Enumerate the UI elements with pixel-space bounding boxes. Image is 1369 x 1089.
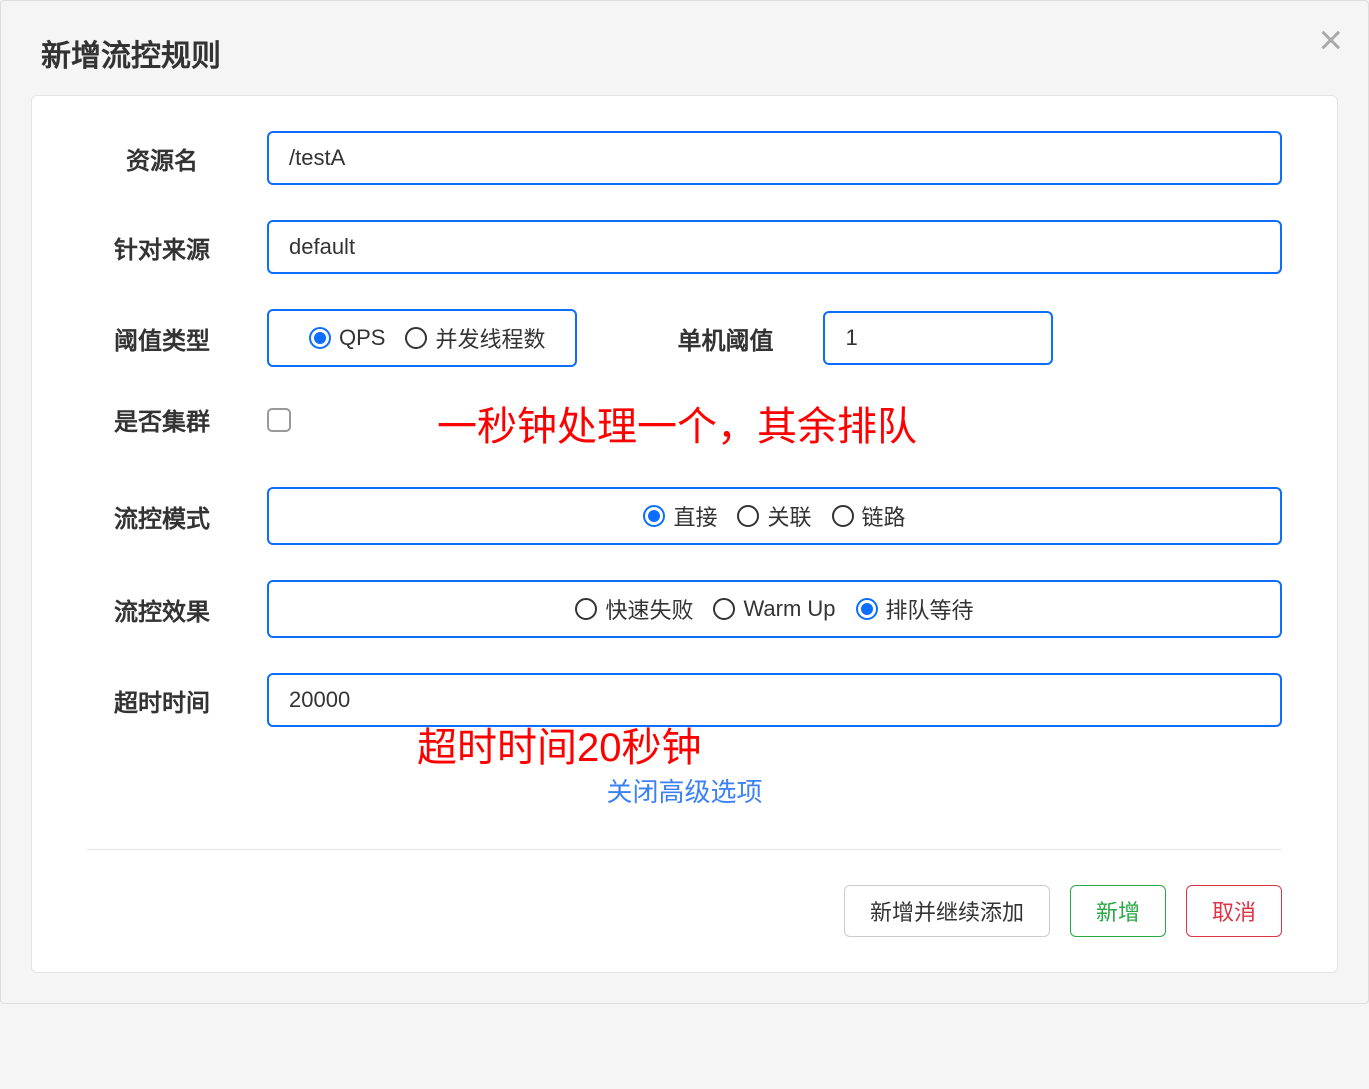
radio-warm-up-label: Warm Up: [743, 596, 835, 622]
modal-body: 资源名 针对来源 阈值类型 QPS 并发线: [31, 95, 1338, 973]
form-row-threshold-type: 阈值类型 QPS 并发线程数 单机阈值: [87, 309, 1282, 367]
radio-icon: [856, 598, 878, 620]
radio-icon: [575, 598, 597, 620]
modal-dialog: 新增流控规则 × 资源名 针对来源 阈值类型 QPS: [0, 0, 1369, 1004]
flow-effect-label: 流控效果: [87, 592, 237, 627]
flow-effect-group: 快速失败 Warm Up 排队等待: [267, 580, 1282, 638]
radio-thread[interactable]: 并发线程数: [405, 322, 545, 354]
radio-qps-label: QPS: [339, 325, 385, 351]
modal-title: 新增流控规则: [41, 31, 1328, 75]
radio-queue[interactable]: 排队等待: [856, 593, 974, 625]
form-row-flow-mode: 流控模式 直接 关联 链路: [87, 487, 1282, 545]
close-icon[interactable]: ×: [1318, 19, 1343, 61]
radio-chain-label: 链路: [862, 500, 906, 532]
annotation-1: 一秒钟处理一个，其余排队: [437, 394, 917, 452]
radio-warm-up[interactable]: Warm Up: [713, 596, 835, 622]
radio-relation[interactable]: 关联: [737, 500, 811, 532]
form-row-resource: 资源名: [87, 131, 1282, 185]
form-row-source: 针对来源: [87, 220, 1282, 274]
flow-mode-group: 直接 关联 链路: [267, 487, 1282, 545]
add-button[interactable]: 新增: [1070, 885, 1166, 937]
timeout-input[interactable]: [267, 673, 1282, 727]
cluster-label: 是否集群: [87, 402, 237, 437]
timeout-label: 超时时间: [87, 683, 237, 718]
radio-icon: [832, 505, 854, 527]
single-threshold-label: 单机阈值: [677, 321, 773, 356]
cluster-checkbox[interactable]: [267, 408, 291, 432]
radio-fast-fail[interactable]: 快速失败: [575, 593, 693, 625]
radio-icon: [643, 505, 665, 527]
cancel-button[interactable]: 取消: [1186, 885, 1282, 937]
modal-header: 新增流控规则 ×: [1, 1, 1368, 95]
resource-input[interactable]: [267, 131, 1282, 185]
radio-icon: [737, 505, 759, 527]
radio-direct[interactable]: 直接: [643, 500, 717, 532]
radio-icon: [309, 327, 331, 349]
radio-chain[interactable]: 链路: [832, 500, 906, 532]
add-continue-button[interactable]: 新增并继续添加: [844, 885, 1050, 937]
radio-direct-label: 直接: [673, 500, 717, 532]
close-advanced-link[interactable]: 关闭高级选项: [87, 772, 1282, 809]
threshold-type-group: QPS 并发线程数: [267, 309, 577, 367]
flow-mode-label: 流控模式: [87, 499, 237, 534]
single-threshold-input[interactable]: [823, 311, 1053, 365]
radio-icon: [405, 327, 427, 349]
source-input[interactable]: [267, 220, 1282, 274]
radio-relation-label: 关联: [767, 500, 811, 532]
form-row-timeout: 超时时间 超时时间20秒钟: [87, 673, 1282, 727]
radio-fast-fail-label: 快速失败: [605, 593, 693, 625]
threshold-type-label: 阈值类型: [87, 321, 237, 356]
resource-label: 资源名: [87, 141, 237, 176]
radio-queue-label: 排队等待: [886, 593, 974, 625]
radio-icon: [713, 598, 735, 620]
radio-thread-label: 并发线程数: [435, 322, 545, 354]
form-row-flow-effect: 流控效果 快速失败 Warm Up 排队等待: [87, 580, 1282, 638]
modal-footer: 新增并继续添加 新增 取消: [87, 849, 1282, 937]
radio-qps[interactable]: QPS: [309, 325, 385, 351]
source-label: 针对来源: [87, 230, 237, 265]
form-row-cluster: 是否集群 一秒钟处理一个，其余排队: [87, 402, 1282, 437]
